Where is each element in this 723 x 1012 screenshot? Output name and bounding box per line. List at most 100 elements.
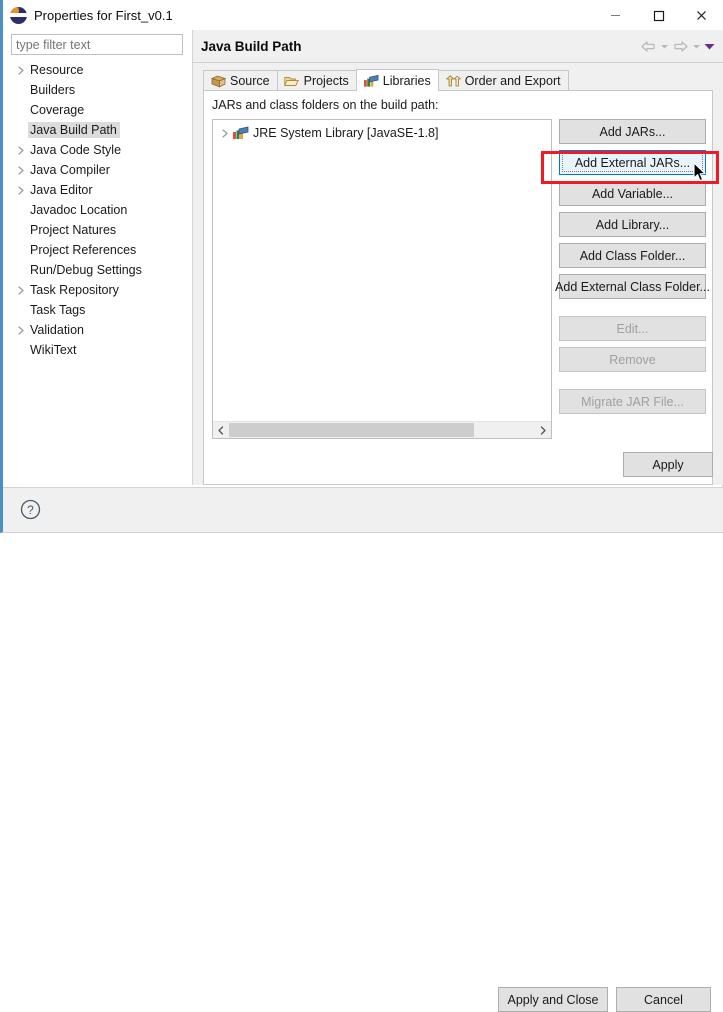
sidebar-item-task-repository[interactable]: Task Repository — [3, 280, 191, 300]
apply-and-close-button[interactable]: Apply and Close — [498, 987, 608, 1012]
sidebar-item-label: Java Build Path — [28, 122, 120, 138]
window-title: Properties for First_v0.1 — [34, 7, 173, 23]
svg-text:?: ? — [27, 503, 34, 517]
sidebar-item-project-natures[interactable]: Project Natures — [3, 220, 191, 240]
filter-input[interactable] — [11, 34, 183, 55]
add-class-folder-button[interactable]: Add Class Folder... — [559, 243, 706, 268]
add-external-class-folder-button[interactable]: Add External Class Folder... — [555, 274, 710, 299]
minimize-icon[interactable] — [594, 0, 637, 30]
sidebar-item-label: Builders — [30, 83, 76, 97]
list-item-label: JRE System Library [JavaSE-1.8] — [253, 126, 439, 140]
sidebar-item-label: Project Natures — [30, 223, 117, 237]
tab-projects[interactable]: Projects — [276, 70, 357, 91]
sidebar-item-label: Resource — [30, 63, 84, 77]
open-folder-icon — [284, 74, 300, 88]
page-title: Java Build Path — [201, 38, 302, 54]
chevron-right-icon[interactable] — [535, 422, 551, 438]
tab-label: Projects — [303, 74, 349, 88]
apply-row: Apply — [193, 452, 723, 485]
back-arrow-icon[interactable] — [640, 40, 657, 53]
libraries-action-buttons: Add JARs... Add External JARs... Add Varia… — [555, 119, 710, 420]
add-library-button[interactable]: Add Library... — [559, 212, 706, 237]
sidebar-item-label: WikiText — [30, 343, 77, 357]
sidebar-item-java-editor[interactable]: Java Editor — [3, 180, 191, 200]
tab-label: Order and Export — [464, 74, 561, 88]
sidebar-item-label: Run/Debug Settings — [30, 263, 142, 277]
sidebar-item-label: Coverage — [30, 103, 85, 117]
cancel-button[interactable]: Cancel — [616, 987, 711, 1012]
sidebar-item-task-tags[interactable]: Task Tags — [3, 300, 191, 320]
button-group-gap — [559, 305, 706, 316]
sidebar-item-java-build-path[interactable]: Java Build Path — [3, 120, 191, 140]
sidebar-item-label: Javadoc Location — [30, 203, 128, 217]
sidebar-item-label: Task Repository — [30, 283, 119, 297]
add-jars-button[interactable]: Add JARs... — [559, 119, 706, 144]
build-path-tabs: Source Projects Libraries Order and Export — [203, 69, 569, 91]
navigation-toolbar — [640, 40, 715, 53]
tab-label: Source — [230, 74, 270, 88]
sidebar-item-label: Java Editor — [30, 183, 93, 197]
tabs-underline — [203, 90, 713, 91]
properties-dialog: Properties for First_v0.1 Resource Builde… — [0, 0, 723, 1012]
classpath-entries-list[interactable]: JRE System Library [JavaSE-1.8] — [212, 119, 552, 439]
sidebar-item-javadoc-location[interactable]: Javadoc Location — [3, 200, 191, 220]
sidebar-item-java-code-style[interactable]: Java Code Style — [3, 140, 191, 160]
list-caption: JARs and class folders on the build path… — [212, 98, 439, 112]
migrate-jar-file-button: Migrate JAR File... — [559, 389, 706, 414]
tab-order-and-export[interactable]: Order and Export — [437, 70, 569, 91]
close-icon[interactable] — [680, 0, 723, 30]
chevron-right-icon[interactable] — [13, 185, 28, 195]
header-rule — [193, 62, 723, 63]
eclipse-logo-icon — [10, 6, 27, 24]
sidebar-item-label: Task Tags — [30, 303, 86, 317]
add-external-jars-button[interactable]: Add External JARs... — [559, 150, 706, 175]
libraries-tab-panel: JARs and class folders on the build path… — [203, 91, 713, 485]
maximize-icon[interactable] — [637, 0, 680, 30]
order-export-arrows-icon — [445, 74, 461, 88]
help-question-icon[interactable]: ? — [19, 498, 41, 520]
content-pane: Java Build Path Source Projects Librarie… — [193, 30, 723, 485]
edit-button: Edit... — [559, 316, 706, 341]
sidebar-item-validation[interactable]: Validation — [3, 320, 191, 340]
libraries-books-icon — [232, 126, 249, 140]
window-controls — [594, 0, 723, 30]
chevron-left-icon[interactable] — [213, 422, 229, 438]
dialog-footer: ? Apply and Close Cancel — [3, 488, 723, 1012]
sidebar-item-java-compiler[interactable]: Java Compiler — [3, 160, 191, 180]
add-variable-button[interactable]: Add Variable... — [559, 181, 706, 206]
libraries-books-icon — [363, 74, 379, 88]
sidebar-item-wikitext[interactable]: WikiText — [3, 340, 191, 360]
horizontal-scrollbar[interactable] — [213, 421, 551, 438]
chevron-right-icon[interactable] — [13, 325, 28, 335]
chevron-right-icon[interactable] — [13, 65, 28, 75]
back-menu-chevron-down-icon[interactable] — [660, 42, 669, 51]
button-group-gap — [559, 378, 706, 389]
sidebar-item-builders[interactable]: Builders — [3, 80, 191, 100]
title-bar: Properties for First_v0.1 — [3, 0, 723, 30]
sidebar-item-resource[interactable]: Resource — [3, 60, 191, 80]
list-item[interactable]: JRE System Library [JavaSE-1.8] — [213, 123, 551, 143]
view-menu-icon[interactable] — [704, 42, 715, 51]
sidebar-item-run-debug-settings[interactable]: Run/Debug Settings — [3, 260, 191, 280]
chevron-right-icon[interactable] — [13, 145, 28, 155]
sidebar-item-label: Java Compiler — [30, 163, 110, 177]
chevron-right-icon[interactable] — [13, 165, 28, 175]
sidebar-item-coverage[interactable]: Coverage — [3, 100, 191, 120]
remove-button: Remove — [559, 347, 706, 372]
content-header: Java Build Path — [193, 30, 723, 62]
forward-arrow-icon[interactable] — [672, 40, 689, 53]
sidebar-item-label: Validation — [30, 323, 84, 337]
chevron-right-icon[interactable] — [218, 128, 232, 138]
scrollbar-thumb[interactable] — [229, 423, 474, 437]
scrollbar-track[interactable] — [229, 422, 535, 438]
tab-libraries[interactable]: Libraries — [355, 69, 439, 91]
source-folder-icon — [210, 74, 226, 88]
properties-category-tree[interactable]: Resource Builders Coverage Java Build Path J… — [3, 60, 191, 485]
apply-button[interactable]: Apply — [623, 452, 713, 477]
tab-source[interactable]: Source — [203, 70, 278, 91]
sidebar-item-label: Java Code Style — [30, 143, 122, 157]
sidebar-item-project-references[interactable]: Project References — [3, 240, 191, 260]
chevron-right-icon[interactable] — [13, 285, 28, 295]
sidebar-item-label: Project References — [30, 243, 137, 257]
forward-menu-chevron-down-icon[interactable] — [692, 42, 701, 51]
